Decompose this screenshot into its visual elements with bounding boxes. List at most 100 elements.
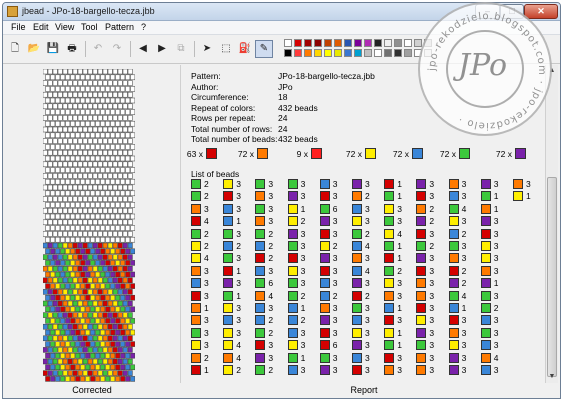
bead-cell[interactable] (125, 190, 131, 197)
bead-cell[interactable] (57, 103, 63, 110)
bead-cell[interactable] (60, 86, 66, 92)
bead-cell[interactable] (60, 225, 66, 231)
bead-cell[interactable] (102, 149, 108, 156)
bead-cell[interactable] (122, 254, 128, 260)
bead-cell[interactable] (87, 103, 93, 110)
bead-cell[interactable] (50, 306, 56, 313)
bead-cell[interactable] (130, 236, 135, 243)
bead-cell[interactable] (62, 103, 68, 110)
bead-cell[interactable] (107, 358, 113, 365)
bead-cell[interactable] (75, 364, 81, 371)
bead-cell[interactable] (43, 173, 48, 179)
bead-cell[interactable] (60, 318, 66, 324)
bead-cell[interactable] (72, 358, 78, 365)
bead-cell[interactable] (67, 149, 73, 156)
bead-cell[interactable] (120, 86, 126, 92)
bead-cell[interactable] (72, 347, 78, 353)
bead-cell[interactable] (57, 231, 63, 237)
bead-cell[interactable] (85, 341, 91, 347)
bead-cell[interactable] (55, 225, 61, 231)
bead-cell[interactable] (62, 231, 68, 237)
bead-cell[interactable] (70, 167, 76, 173)
bead-cell[interactable] (43, 335, 48, 342)
bead-cell[interactable] (90, 306, 96, 313)
bead-cell[interactable] (85, 132, 91, 139)
bead-cell[interactable] (107, 196, 113, 202)
bead-cell[interactable] (55, 294, 61, 301)
bead-cell[interactable] (72, 103, 78, 110)
bead-cell[interactable] (117, 242, 123, 249)
bead-cell[interactable] (55, 178, 61, 185)
bead-cell[interactable] (110, 97, 116, 104)
palette-color-swatch[interactable] (324, 39, 332, 47)
bead-cell[interactable] (47, 289, 53, 295)
bead-cell[interactable] (55, 109, 61, 115)
bead-cell[interactable] (100, 271, 106, 278)
palette-color-swatch[interactable] (284, 39, 292, 47)
bead-cell[interactable] (110, 213, 116, 220)
bead-cell[interactable] (82, 254, 88, 260)
bead-cell[interactable] (87, 312, 93, 318)
bead-cell[interactable] (77, 231, 83, 237)
bead-cell[interactable] (107, 69, 113, 75)
bead-cell[interactable] (115, 283, 121, 289)
bead-cell[interactable] (122, 138, 128, 144)
bead-cell[interactable] (43, 126, 48, 133)
bead-cell[interactable] (117, 80, 123, 86)
palette-color-swatch[interactable] (374, 49, 382, 57)
bead-cell[interactable] (62, 370, 68, 376)
bead-cell[interactable] (122, 173, 128, 179)
bead-cell[interactable] (105, 294, 111, 301)
bead-cell[interactable] (55, 352, 61, 359)
bead-cell[interactable] (95, 283, 101, 289)
bead-cell[interactable] (65, 178, 71, 185)
bead-cell[interactable] (43, 149, 48, 156)
bead-cell[interactable] (105, 376, 111, 382)
bead-cell[interactable] (102, 358, 108, 365)
bead-cell[interactable] (43, 347, 48, 353)
bead-cell[interactable] (52, 69, 58, 75)
bead-cell[interactable] (45, 283, 51, 289)
bead-cell[interactable] (45, 97, 51, 104)
bead-cell[interactable] (100, 306, 106, 313)
bead-cell[interactable] (67, 347, 73, 353)
bead-cell[interactable] (95, 294, 101, 301)
bead-cell[interactable] (120, 178, 126, 185)
bead-cell[interactable] (100, 376, 106, 382)
bead-cell[interactable] (47, 300, 53, 307)
bead-cell[interactable] (105, 352, 111, 359)
bead-cell[interactable] (52, 300, 58, 307)
bead-cell[interactable] (87, 184, 93, 191)
bead-cell[interactable] (57, 161, 63, 168)
bead-cell[interactable] (57, 289, 63, 295)
bead-cell[interactable] (105, 97, 111, 104)
bead-cell[interactable] (70, 202, 76, 208)
bead-cell[interactable] (50, 167, 56, 173)
bead-cell[interactable] (112, 289, 118, 295)
bead-cell[interactable] (120, 364, 126, 371)
bead-cell[interactable] (47, 312, 53, 318)
bead-cell[interactable] (85, 144, 91, 150)
bead-cell[interactable] (55, 236, 61, 243)
bead-cell[interactable] (97, 138, 103, 144)
bead-cell[interactable] (125, 167, 131, 173)
bead-cell[interactable] (70, 248, 76, 255)
bead-cell[interactable] (67, 254, 73, 260)
bead-cell[interactable] (92, 335, 98, 342)
bead-cell[interactable] (122, 231, 128, 237)
bead-cell[interactable] (80, 260, 86, 266)
bead-cell[interactable] (97, 103, 103, 110)
bead-cell[interactable] (50, 213, 56, 220)
bead-cell[interactable] (110, 178, 116, 185)
bead-cell[interactable] (110, 225, 116, 231)
bead-cell[interactable] (117, 196, 123, 202)
bead-cell[interactable] (100, 213, 106, 220)
bead-cell[interactable] (127, 231, 133, 237)
bead-cell[interactable] (112, 196, 118, 202)
bead-cell[interactable] (117, 358, 123, 365)
bead-cell[interactable] (100, 132, 106, 139)
bead-cell[interactable] (110, 306, 116, 313)
bead-cell[interactable] (97, 300, 103, 307)
bead-cell[interactable] (117, 370, 123, 376)
bead-cell[interactable] (57, 277, 63, 284)
